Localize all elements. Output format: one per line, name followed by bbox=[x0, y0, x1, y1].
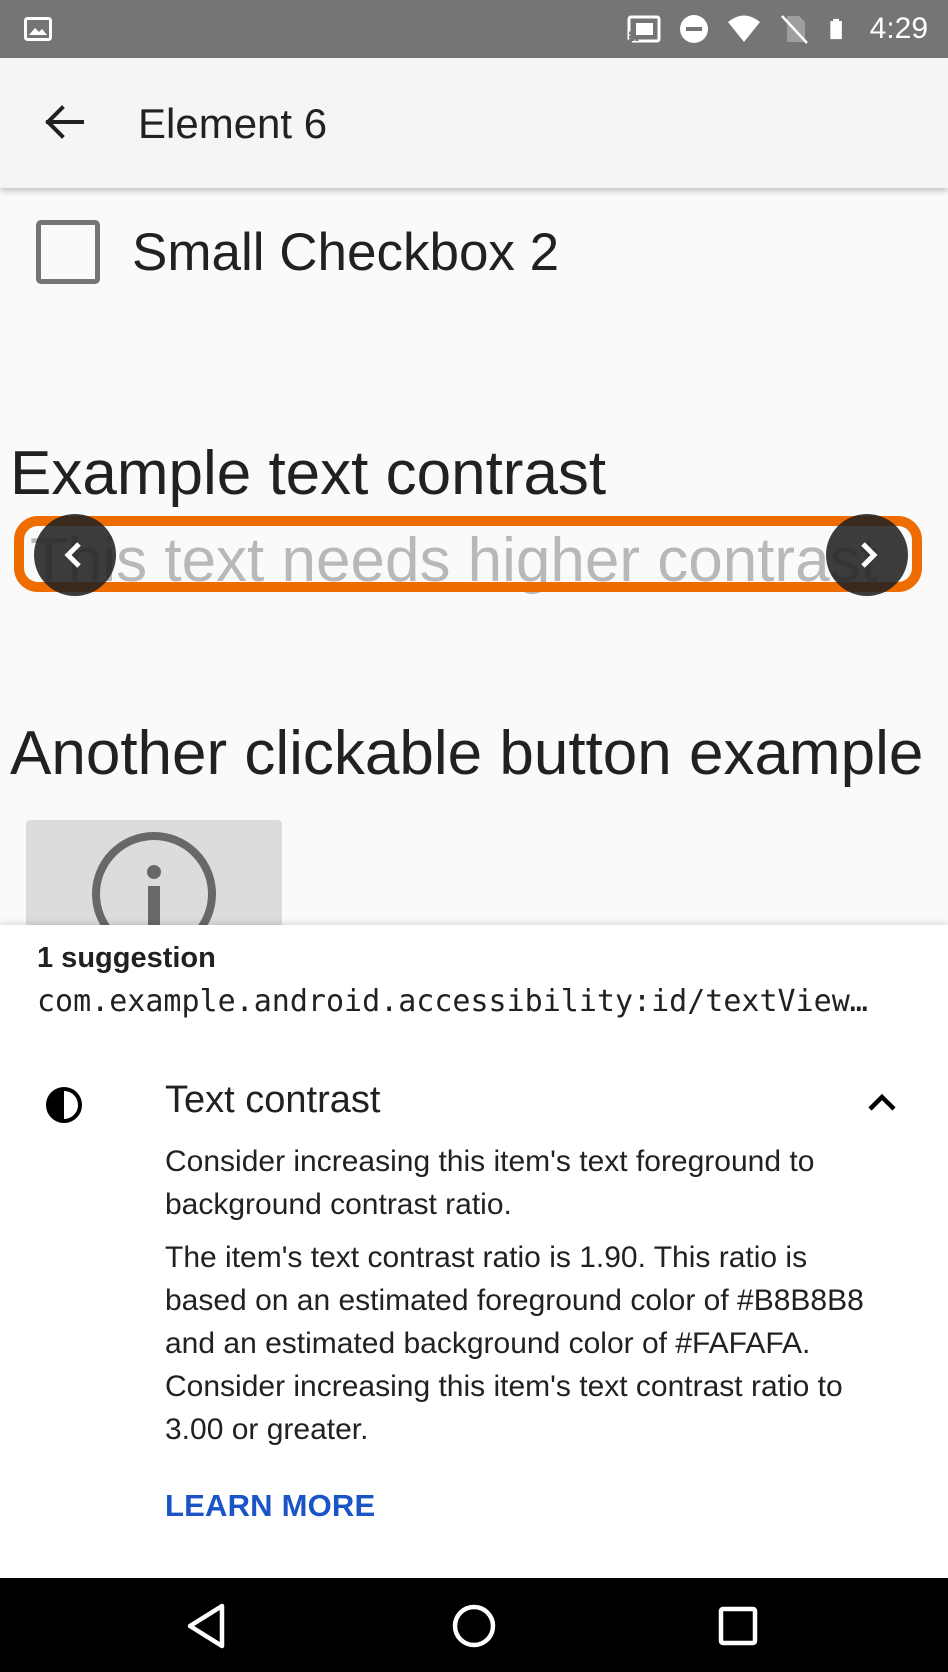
collapse-button[interactable] bbox=[860, 1080, 904, 1124]
previous-element-button[interactable] bbox=[34, 514, 116, 596]
screen: 4:29 Element 6 Small Checkbox 2 Example … bbox=[0, 0, 948, 1672]
check-title: Text contrast bbox=[165, 1079, 381, 1121]
cast-icon bbox=[627, 15, 661, 43]
suggestion-count: 1 suggestion bbox=[37, 942, 216, 974]
nav-back-icon bbox=[187, 1603, 225, 1649]
button-heading: Another clickable button example bbox=[10, 719, 924, 788]
chevron-up-icon bbox=[868, 1093, 896, 1111]
app-bar: Element 6 bbox=[0, 58, 948, 188]
description-long: The item's text contrast ratio is 1.90. … bbox=[165, 1241, 864, 1446]
page-title: Element 6 bbox=[138, 100, 328, 147]
learn-more-link[interactable]: LEARN MORE bbox=[165, 1488, 375, 1524]
chevron-left-icon bbox=[64, 542, 81, 568]
highlight-frame bbox=[14, 516, 922, 592]
gallery-icon bbox=[24, 17, 52, 41]
element-id: com.example.android.accessibility:id/tex… bbox=[37, 984, 868, 1019]
contrast-heading: Example text contrast bbox=[10, 439, 607, 508]
no-sim-icon bbox=[780, 15, 808, 44]
nav-recents-button[interactable] bbox=[710, 1598, 766, 1654]
next-element-button[interactable] bbox=[826, 514, 908, 596]
status-time: 4:29 bbox=[869, 12, 928, 45]
wifi-icon bbox=[727, 15, 760, 42]
nav-recents-icon bbox=[718, 1606, 758, 1646]
checkbox[interactable] bbox=[36, 220, 100, 284]
nav-back-button[interactable] bbox=[178, 1598, 234, 1654]
status-bar: 4:29 bbox=[0, 0, 948, 58]
contrast-icon bbox=[46, 1087, 82, 1123]
chevron-right-icon bbox=[861, 542, 878, 568]
small-checkbox-row[interactable]: Small Checkbox 2 bbox=[36, 220, 559, 284]
nav-home-icon bbox=[452, 1604, 496, 1648]
arrow-back-icon bbox=[45, 105, 84, 139]
description-short: Consider increasing this item's text for… bbox=[165, 1145, 815, 1221]
navigation-bar bbox=[0, 1578, 948, 1672]
nav-home-button[interactable] bbox=[446, 1598, 502, 1654]
battery-icon bbox=[829, 18, 842, 40]
do-not-disturb-icon bbox=[679, 15, 708, 43]
back-button[interactable] bbox=[36, 94, 92, 150]
checkbox-label: Small Checkbox 2 bbox=[132, 222, 560, 282]
